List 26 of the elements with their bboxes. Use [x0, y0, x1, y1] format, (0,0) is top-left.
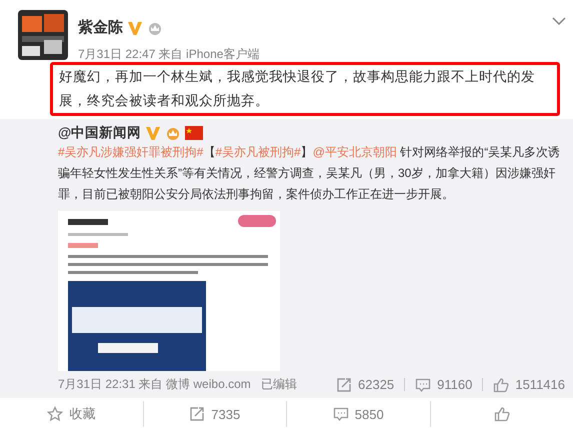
repost-author[interactable]: @中国新闻网 [58, 124, 142, 142]
star-icon [47, 406, 64, 422]
thumbs-up-icon [493, 376, 510, 392]
stat-button[interactable]: 1511416 [493, 376, 565, 392]
action-button[interactable]: 7335 [189, 406, 240, 422]
caret-icon [552, 17, 566, 25]
hashtag-link[interactable]: #吴亦凡涉嫌强奸罪被刑拘# [58, 145, 204, 159]
flag-icon [185, 126, 204, 140]
mention-link[interactable]: @平安北京朝阳 [312, 145, 397, 159]
comment-icon [332, 406, 349, 422]
author-name[interactable]: 紫金陈 [78, 18, 123, 37]
repost-time[interactable]: 7月31日 22:31 来自 微博 weibo.com [58, 376, 251, 393]
action-button[interactable]: 收藏 [47, 405, 96, 423]
crown-icon [165, 125, 182, 141]
repost-icon [189, 406, 206, 422]
post-text: 好魔幻，再加一个林生斌，我感觉我快退役了，故事构思能力跟不上时代的发展，终究会被读者和观众所抛弃。 [50, 62, 560, 116]
thumbs-up-icon[interactable] [494, 406, 510, 422]
stat-button[interactable]: 62325 [336, 376, 394, 392]
post-time: 7月31日 22:47 来自 iPhone客户端 [78, 46, 260, 63]
hashtag-link[interactable]: #吴亦凡被刑拘# [215, 145, 301, 159]
repost-icon [336, 376, 352, 392]
comment-icon [415, 376, 432, 392]
repost-text: #吴亦凡涉嫌强奸罪被刑拘#【#吴亦凡被刑拘#】@平安北京朝阳 针对网络举报的“吴某凡多次诱骗年轻女性发生性关系”等有关情况，经警方调查，吴某凡（男，30岁，加拿大籍）因涉嫌强奸罪，目前已被朝阳公安分局依法刑事拘留，案件侦办工作正在进一步开展。 [58, 144, 562, 203]
stat-button[interactable]: 91160 [415, 376, 472, 392]
action-button[interactable]: 5850 [332, 406, 384, 422]
edited-label[interactable]: 已编辑 [260, 376, 297, 393]
